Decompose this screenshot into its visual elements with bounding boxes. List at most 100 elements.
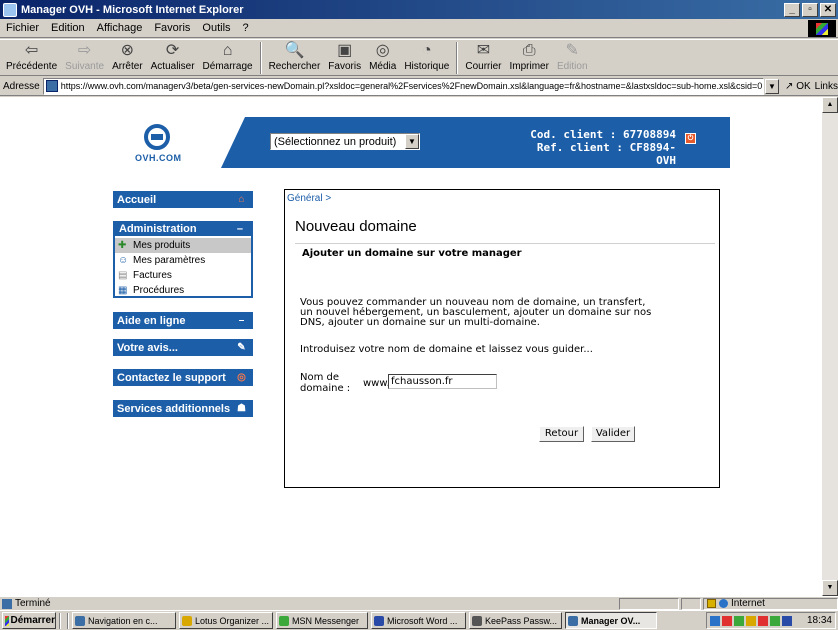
products-icon: ✚ [118,240,127,251]
tray-sync-icon[interactable] [770,615,780,626]
task-lotus-organizer[interactable]: Lotus Organizer ... [179,612,273,629]
scroll-down-icon[interactable]: ▼ [822,580,838,596]
stop-button[interactable]: ⊗ Arrêter [108,40,147,76]
print-button[interactable]: ⎙ Imprimer [505,40,552,76]
chevron-down-icon: ▼ [405,134,419,149]
breadcrumb[interactable]: Général > [287,193,331,204]
home-button[interactable]: ⌂ Démarrage [199,40,257,76]
toolbar: ⇦ Précédente ⇨ Suivante ⊗ Arrêter ⟳ Actu… [0,39,838,76]
nav-item-mes-parametres[interactable]: ☺ Mes paramètres [115,253,251,268]
mail-button[interactable]: ✉ Courrier [461,40,505,76]
lotus-icon [182,615,192,626]
nav-administration-panel: Administration – ✚ Mes produits ☺ Mes pa… [113,221,253,298]
edit-button[interactable]: ✎ Edition [553,40,592,76]
nav-votre-avis[interactable]: Votre avis... ✎ [113,339,253,356]
lock-icon [707,599,716,608]
section-title: Ajouter un domaine sur votre manager [302,248,522,259]
main-content-panel: Général > Nouveau domaine Ajouter un dom… [284,189,720,488]
links-button[interactable]: Links [815,81,838,92]
nav-aide-en-ligne[interactable]: Aide en ligne – [113,312,253,329]
menu-help[interactable]: ? [237,22,255,34]
address-input[interactable]: https://www.ovh.com/managerv3/beta/gen-s… [42,77,765,95]
address-label: Adresse [3,80,40,92]
edit-icon: ✎ [565,42,579,59]
task-navigation[interactable]: Navigation en c... [72,612,176,629]
tray-antivirus-icon[interactable] [758,615,768,626]
tray-network-icon[interactable] [710,615,720,626]
back-button[interactable]: ⇦ Précédente [2,40,61,76]
favorites-button[interactable]: ▣ Favoris [324,40,365,76]
security-zone: Internet [703,597,838,610]
logo-area: OVH.COM [111,117,221,168]
forward-button[interactable]: ⇨ Suivante [61,40,108,76]
retour-button[interactable]: Retour [539,426,584,442]
section-divider [295,243,715,244]
tray-alert-icon[interactable] [722,615,732,626]
client-code: Cod. client : 67708894 [530,128,676,141]
ovh-logo-icon[interactable] [144,124,170,150]
menu-favoris[interactable]: Favoris [148,22,196,34]
valider-button[interactable]: Valider [591,426,635,442]
logout-icon[interactable]: ⏻ [685,133,696,144]
task-microsoft-word[interactable]: Microsoft Word ... [371,612,466,629]
go-button[interactable]: ↗ OK [785,81,811,92]
collapse-icon: – [236,223,243,235]
page-done-icon [2,598,12,609]
refresh-button[interactable]: ⟳ Actualiser [147,40,199,76]
refresh-icon: ⟳ [165,42,180,59]
page-title: Nouveau domaine [295,218,417,235]
nav-services-additionnels[interactable]: Services additionnels ☗ [113,400,253,417]
history-icon: ◔ [422,42,432,59]
menu-affichage[interactable]: Affichage [91,22,149,34]
scroll-up-icon[interactable]: ▲ [822,97,838,113]
domain-label: Nom de domaine : [300,372,351,394]
procedures-icon: ▦ [118,285,128,296]
page-viewport: OVH.COM (Sélectionnez un produit) ▼ Cod.… [0,97,822,596]
favorites-icon: ▣ [337,42,353,59]
menu-outils[interactable]: Outils [196,22,236,34]
tray-vpn-icon[interactable] [734,615,744,626]
task-manager-ovh[interactable]: Manager OV... [565,612,657,629]
nav-contact-support[interactable]: Contactez le support ◎ [113,369,253,386]
printer-icon: ⎙ [522,42,536,59]
start-button[interactable]: Démarrer [2,612,56,629]
mail-icon: ✉ [476,42,491,59]
product-select[interactable]: (Sélectionnez un produit) ▼ [270,133,420,150]
task-keepass[interactable]: KeePass Passw... [469,612,562,629]
keepass-icon [472,615,482,626]
system-tray: 18:34 [706,612,836,629]
nav-administration[interactable]: Administration – [115,223,251,236]
status-cell [681,597,701,610]
address-dropdown-button[interactable]: ▼ [765,78,780,94]
nav-accueil[interactable]: Accueil ⌂ [113,191,253,208]
nav-item-procedures[interactable]: ▦ Procédures [115,283,251,298]
menu-fichier[interactable]: Fichier [0,22,45,34]
maximize-button[interactable]: ▫ [802,2,818,17]
menu-edition[interactable]: Edition [45,22,91,34]
search-button[interactable]: 🔍 Rechercher [265,40,325,76]
address-bar: Adresse https://www.ovh.com/managerv3/be… [0,77,838,96]
nav-item-mes-produits[interactable]: ✚ Mes produits [115,238,251,253]
windows-flag-icon [5,615,9,626]
close-button[interactable]: ✕ [820,2,836,17]
history-button[interactable]: ◔ Historique [400,40,453,76]
vertical-scrollbar[interactable]: ▲ ▼ [822,97,838,596]
domain-input[interactable]: fchausson.fr [388,374,497,389]
guide-text: Introduisez votre nom de domaine et lais… [300,344,593,355]
minimize-button[interactable]: _ [784,2,800,17]
tray-msn-icon[interactable] [746,615,756,626]
media-icon: ◎ [375,42,390,59]
expand-icon: – [238,315,245,326]
nav-item-factures[interactable]: ▤ Factures [115,268,251,283]
ie-icon [568,615,578,626]
logo-wedge [221,117,245,168]
back-arrow-icon: ⇦ [24,42,39,59]
logo-text: OVH.COM [135,153,182,163]
media-button[interactable]: ◎ Média [365,40,400,76]
client-ref: Ref. client : CF8894-OVH [536,141,676,167]
status-bar: Terminé Internet [0,596,838,610]
tray-speaker-icon[interactable] [782,615,792,626]
intro-text: Vous pouvez commander un nouveau nom de … [300,297,652,328]
word-icon [374,615,384,626]
task-msn-messenger[interactable]: MSN Messenger [276,612,368,629]
